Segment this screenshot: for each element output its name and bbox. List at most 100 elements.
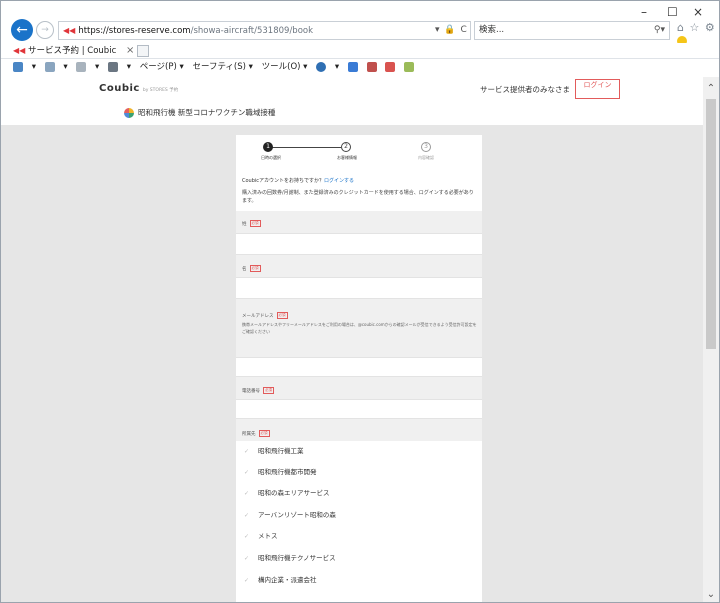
tab-title: サービス予約 | Coubic: [28, 46, 117, 56]
option-label: 昭和飛行機都市開発: [258, 468, 317, 476]
last-name-input[interactable]: [236, 233, 482, 255]
addon-icons[interactable]: [347, 61, 420, 72]
affiliation-option[interactable]: ✓ 構内企業・派遣会社: [244, 574, 317, 584]
option-label: 昭和飛行機工業: [258, 447, 304, 455]
tab-close-button[interactable]: ×: [126, 43, 134, 58]
close-window-button[interactable]: ×: [693, 5, 703, 19]
check-icon: ✓: [244, 490, 250, 497]
step-3-label: 内容確認: [418, 155, 434, 160]
scroll-up-arrow-icon[interactable]: ⌃: [703, 83, 719, 94]
email-note: 携帯メールアドレスやフリーメールアドレスをご利用の場合は、@coubic.com…: [242, 322, 477, 334]
provider-link[interactable]: サービス提供者のみなさま: [480, 84, 570, 95]
logo-text: Coubic: [99, 83, 140, 94]
option-label: 構内企業・派遣会社: [258, 576, 317, 584]
back-arrow-icon[interactable]: ←: [11, 19, 33, 41]
menu-page[interactable]: ページ(P) ▾: [140, 62, 184, 72]
address-bar-area: ← → ◀◀ https://stores-reserve.com/showa-a…: [1, 1, 719, 46]
forward-arrow-icon[interactable]: →: [36, 21, 54, 39]
menu-safety[interactable]: セーフティ(S) ▾: [192, 62, 252, 72]
url-host: https://stores-reserve.com: [78, 26, 191, 36]
favorites-star-icon[interactable]: ☆: [689, 21, 700, 34]
affiliation-option[interactable]: ✓ 昭和の森エリアサービス: [244, 487, 330, 497]
maximize-button[interactable]: ☐: [667, 5, 678, 19]
url-field[interactable]: ◀◀ https://stores-reserve.com/showa-aircr…: [58, 21, 471, 40]
last-name-header: [236, 211, 482, 233]
login-link[interactable]: ログインする: [324, 178, 354, 184]
required-badge: 必須: [249, 265, 261, 272]
step-connector: [268, 147, 341, 148]
step-1-label: 日時の選択: [261, 155, 281, 160]
affiliation-option[interactable]: ✓ 昭和飛行機工業: [244, 445, 304, 455]
command-bar: ▾ ▾ ▾ ▾ ページ(P) ▾ セーフティ(S) ▾ ツール(O) ▾ ▾: [1, 59, 719, 76]
check-icon: ✓: [244, 469, 250, 476]
mail-icon[interactable]: ▾: [76, 61, 99, 72]
shop-name: 昭和飛行機 新型コロナワクチン職域接種: [138, 108, 276, 117]
phone-label: 電話番号 必須: [242, 387, 274, 394]
account-question: Coubicアカウントをお持ちですか？: [242, 178, 325, 184]
email-label-text: メールアドレス: [242, 314, 274, 319]
help-icon[interactable]: ▾: [316, 61, 339, 72]
check-icon: ✓: [244, 555, 250, 562]
gear-icon[interactable]: ⚙: [705, 21, 716, 34]
phone-label-text: 電話番号: [242, 389, 260, 394]
home-icon[interactable]: ⌂: [677, 21, 685, 34]
url-tools-icons[interactable]: ▾ 🔒 C: [435, 21, 468, 40]
scroll-thumb[interactable]: [706, 99, 716, 349]
step-2-label: お客様情報: [337, 155, 357, 160]
first-name-input[interactable]: [236, 277, 482, 299]
print-icon[interactable]: ▾: [108, 61, 131, 72]
email-input[interactable]: [236, 357, 482, 377]
tab-active[interactable]: ◀◀ サービス予約 | Coubic: [13, 44, 116, 59]
page-background: 1 2 3 日時の選択 お客様情報 内容確認 Coubicアカウントをお持ちです…: [1, 125, 703, 602]
new-tab-button[interactable]: [137, 45, 149, 57]
check-icon: ✓: [244, 512, 250, 519]
url-path: /showa-aircraft/531809/book: [190, 26, 314, 36]
option-label: 昭和飛行機テクノサービス: [258, 554, 336, 562]
browser-window: ← → ◀◀ https://stores-reserve.com/showa-a…: [0, 0, 720, 603]
search-icon[interactable]: ⚲▾: [654, 22, 665, 39]
scroll-down-arrow-icon[interactable]: ⌄: [703, 589, 719, 600]
email-label: メールアドレス 必須: [242, 312, 288, 319]
site-header: Coubic by STORES 予約 サービス提供者のみなさま ログイン 昭和飛…: [1, 77, 703, 125]
required-badge: 必須: [258, 430, 270, 437]
first-name-label-text: 名: [242, 267, 247, 272]
login-intro: Coubicアカウントをお持ちですか？ログインする 購入済みの回数券/月謝制、ま…: [242, 177, 476, 209]
affiliation-label-text: 所属先: [242, 432, 256, 437]
affiliation-option[interactable]: ✓ アーバンリゾート昭和の森: [244, 509, 336, 519]
coubic-logo[interactable]: Coubic by STORES 予約: [99, 83, 178, 94]
required-badge: 必須: [276, 312, 288, 319]
step-3-dot: 3: [421, 142, 431, 152]
required-badge: 必須: [249, 220, 261, 227]
affiliation-label: 所属先 必須: [242, 430, 270, 437]
tab-favicon-icon: ◀◀: [13, 46, 26, 55]
check-icon: ✓: [244, 577, 250, 584]
site-favicon-icon: ◀◀: [63, 26, 76, 35]
page-viewport: Coubic by STORES 予約 サービス提供者のみなさま ログイン 昭和飛…: [1, 77, 703, 602]
login-note: 購入済みの回数券/月謝制、また登録済みのクレジットカードを使用する場合、ログイン…: [242, 190, 474, 204]
affiliation-option[interactable]: ✓ メトス: [244, 530, 278, 540]
phone-input[interactable]: [236, 399, 482, 419]
shop-title-row[interactable]: 昭和飛行機 新型コロナワクチン職域接種: [124, 107, 275, 118]
login-button[interactable]: ログイン: [575, 79, 620, 99]
first-name-label: 名必須: [242, 265, 261, 272]
shop-logo-icon: [124, 108, 134, 118]
menu-tools[interactable]: ツール(O) ▾: [262, 62, 308, 72]
affiliation-header: [236, 419, 482, 441]
first-name-header: [236, 255, 482, 277]
affiliation-option[interactable]: ✓ 昭和飛行機テクノサービス: [244, 552, 336, 562]
page-scrollbar[interactable]: ⌃ ⌄: [703, 77, 719, 602]
home-menu-icon[interactable]: ▾: [13, 61, 36, 72]
booking-form-card: 1 2 3 日時の選択 お客様情報 内容確認 Coubicアカウントをお持ちです…: [236, 135, 482, 602]
search-placeholder: 検索...: [479, 25, 505, 35]
last-name-label-text: 姓: [242, 222, 247, 227]
minimize-button[interactable]: –: [641, 5, 647, 19]
feeds-icon[interactable]: ▾: [44, 61, 68, 72]
search-input[interactable]: 検索... ⚲▾: [474, 21, 670, 40]
logo-sub: by STORES 予約: [142, 88, 179, 93]
step-1-dot: 1: [263, 142, 273, 152]
step-indicator: 1 2 3 日時の選択 お客様情報 内容確認: [236, 139, 482, 169]
affiliation-option[interactable]: ✓ 昭和飛行機都市開発: [244, 466, 317, 476]
required-badge: 必須: [263, 387, 274, 394]
step-2-dot: 2: [341, 142, 351, 152]
option-label: メトス: [258, 532, 278, 540]
